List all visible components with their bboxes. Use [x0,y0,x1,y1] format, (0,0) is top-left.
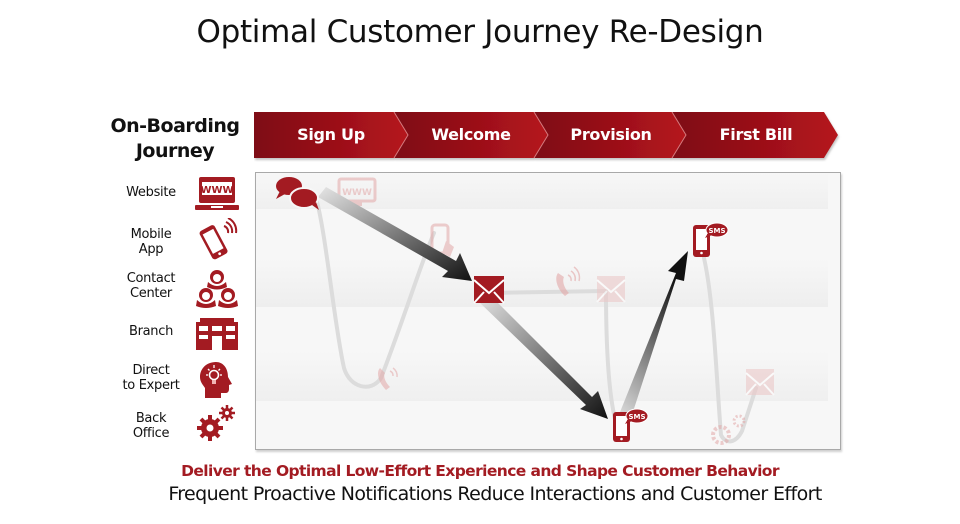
journey-label: On-Boarding Journey [100,114,250,164]
channel-branch: Branch [110,324,192,339]
stage-first-bill: First Bill [719,125,793,144]
legacy-journey-path [314,196,758,444]
www-laptop-icon: WWW [194,174,240,218]
gears-icon [194,404,240,448]
channel-label: Branch [128,324,174,339]
channel-label: Contact [126,271,176,286]
stage-sign-up: Sign Up [297,125,365,144]
channel-label: Back [135,411,167,426]
optimal-arrow-provision-to-firstbill [618,251,688,421]
legacy-email-icon [596,276,626,303]
channel-label: Center [130,286,172,301]
channel-contact-center: Contact Center [110,271,192,301]
primary-tagline: Deliver the Optimal Low-Effort Experienc… [181,462,779,480]
branch-building-icon [194,314,240,358]
email-icon [473,276,505,304]
svg-text:WWW: WWW [342,188,372,198]
channel-label: Office [132,426,170,441]
sms-phone-icon-first-bill: SMS [693,222,729,257]
legacy-phone-call-icon [378,367,398,390]
channel-label: to Expert [122,378,180,393]
svg-text:WWW: WWW [200,185,233,196]
channel-label: Direct [132,363,170,378]
contact-center-agents-icon [194,266,240,310]
legacy-gears-icon [711,414,746,445]
sms-badge: SMS [628,413,645,421]
journey-label-line2: Journey [135,140,215,162]
channel-direct-to-expert: Direct to Expert [110,363,192,393]
stage-chevron-bar: Sign Up Welcome Provision First Bill [254,112,844,159]
journey-label-line1: On-Boarding [110,115,240,137]
stage-welcome: Welcome [431,125,511,144]
chat-bubbles-icon [276,177,319,210]
channel-website: Website [110,185,192,200]
journey-map-panel: WWW SMS SMS [255,172,841,450]
channel-label: Website [126,185,176,200]
stage-provision: Provision [570,125,652,144]
sms-badge: SMS [708,227,725,235]
secondary-tagline: Frequent Proactive Notifications Reduce … [168,483,822,505]
mobile-phone-icon [194,218,240,262]
channel-mobile-app: Mobile App [110,227,192,257]
sms-phone-icon-provision: SMS [613,408,649,442]
expert-head-lightbulb-icon [194,360,240,404]
channel-label: App [138,242,164,257]
legacy-email-icon [745,369,775,396]
optimal-arrow-welcome-to-provision [478,293,608,419]
channel-back-office: Back Office [110,411,192,441]
page-title: Optimal Customer Journey Re-Design [196,14,764,50]
channel-label: Mobile [130,227,172,242]
